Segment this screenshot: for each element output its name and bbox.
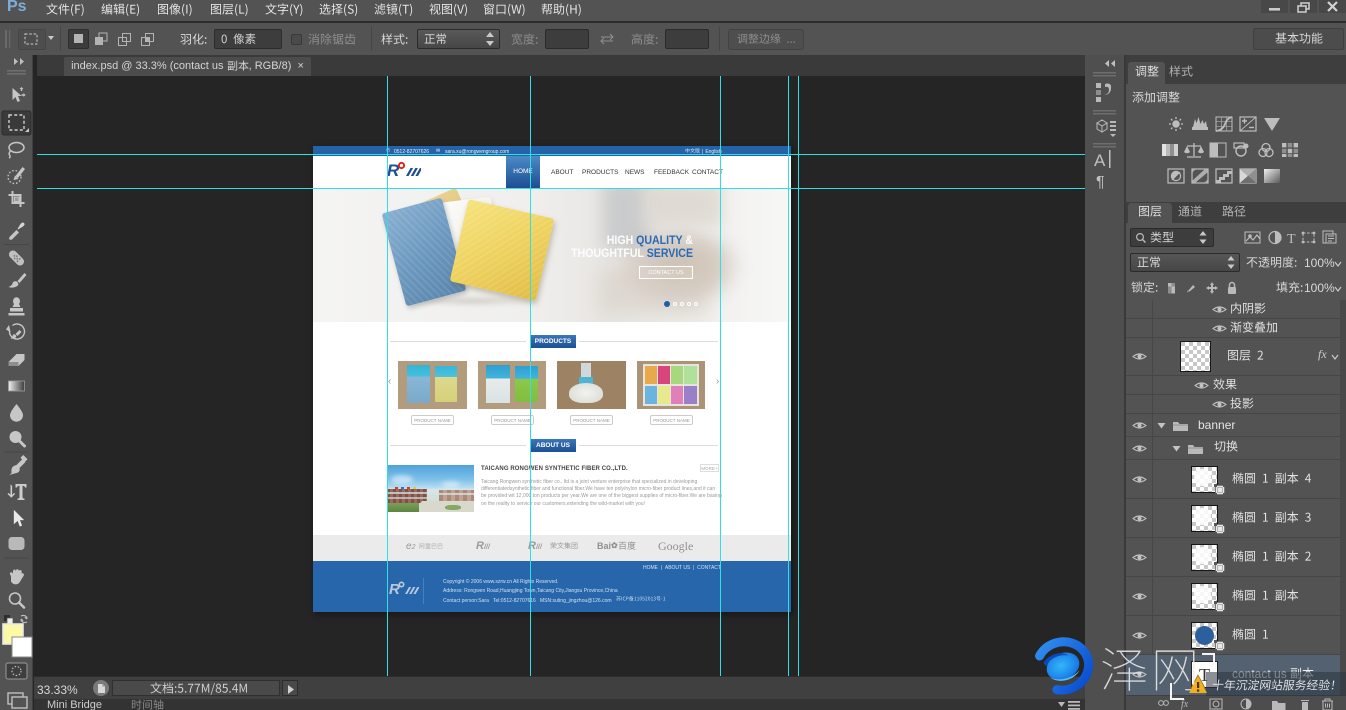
svg-text:R: R bbox=[389, 581, 400, 598]
svg-text:R: R bbox=[387, 161, 400, 180]
svg-text:T: T bbox=[1287, 232, 1296, 246]
svg-text:A: A bbox=[1094, 151, 1106, 170]
svg-text:fx: fx bbox=[1181, 699, 1189, 710]
svg-text:¶: ¶ bbox=[1096, 174, 1105, 191]
